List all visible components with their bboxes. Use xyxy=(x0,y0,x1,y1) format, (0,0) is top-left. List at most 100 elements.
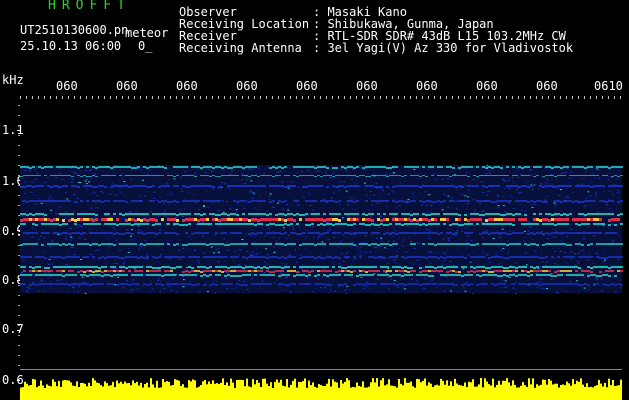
noise-speck xyxy=(137,168,140,169)
signal-line-segment xyxy=(491,243,494,245)
noise-speck xyxy=(460,230,463,232)
signal-line-segment xyxy=(602,283,605,285)
signal-line-segment xyxy=(182,200,185,202)
signal-line-segment xyxy=(449,256,452,258)
signal-line-segment xyxy=(26,256,29,258)
signal-line-segment xyxy=(599,232,602,234)
noise-speck xyxy=(85,190,88,192)
power-column xyxy=(556,383,558,400)
power-column xyxy=(296,387,298,400)
signal-line-segment xyxy=(149,175,152,176)
signal-line-segment xyxy=(611,213,614,215)
noise-speck xyxy=(221,200,224,202)
power-column xyxy=(408,382,410,400)
noise-speck xyxy=(378,196,381,198)
signal-line-segment xyxy=(590,213,593,215)
power-column xyxy=(196,387,198,400)
signal-line-segment xyxy=(338,274,341,276)
noise-speck xyxy=(531,238,534,240)
signal-line-segment xyxy=(485,213,488,215)
signal-line-segment xyxy=(83,185,86,187)
noise-speck xyxy=(589,287,592,289)
x-minor-tick xyxy=(332,96,333,99)
power-column xyxy=(122,383,124,400)
x-minor-tick xyxy=(266,96,267,99)
signal-line-segment xyxy=(266,214,269,216)
noise-speck xyxy=(345,169,348,171)
signal-line-segment xyxy=(464,214,467,216)
signal-line-segment xyxy=(506,200,509,202)
noise-speck xyxy=(524,236,527,238)
signal-line-segment xyxy=(218,166,221,168)
x-minor-tick xyxy=(176,96,177,99)
signal-line-segment xyxy=(428,270,431,272)
noise-speck xyxy=(348,289,351,290)
noise-speck xyxy=(281,181,284,183)
signal-line-segment xyxy=(260,200,263,202)
signal-line-segment xyxy=(599,275,602,277)
signal-line-segment xyxy=(182,283,185,285)
signal-line-segment xyxy=(308,256,311,258)
noise-speck xyxy=(369,190,372,192)
signal-line-segment xyxy=(188,256,191,258)
signal-line-segment xyxy=(557,283,560,285)
noise-speck xyxy=(306,170,309,172)
signal-line-segment xyxy=(323,224,326,226)
signal-line-segment xyxy=(440,201,443,203)
noise-speck xyxy=(455,188,458,190)
signal-line-segment xyxy=(359,256,362,258)
signal-line-segment xyxy=(449,274,452,276)
y-minor-tick xyxy=(18,215,20,216)
power-column xyxy=(616,385,618,400)
signal-line-segment xyxy=(164,167,167,169)
signal-line-segment xyxy=(293,200,296,202)
signal-line-segment xyxy=(119,257,122,259)
noise-speck xyxy=(49,246,52,247)
signal-line-segment xyxy=(365,176,368,177)
signal-line-segment xyxy=(350,233,353,235)
signal-line-segment xyxy=(131,200,134,202)
signal-line-segment xyxy=(374,257,377,259)
signal-line-segment xyxy=(530,266,533,268)
signal-line-segment xyxy=(416,213,419,215)
signal-line-segment xyxy=(542,223,545,225)
noise-speck xyxy=(329,229,332,231)
signal-line-segment xyxy=(41,185,44,187)
noise-speck xyxy=(338,203,341,205)
x-minor-tick xyxy=(200,96,201,99)
signal-line-segment xyxy=(272,185,275,187)
signal-line-segment xyxy=(227,270,230,272)
noise-speck xyxy=(198,241,201,243)
signal-line-segment xyxy=(296,233,299,235)
noise-speck xyxy=(295,172,298,174)
noise-speck xyxy=(306,277,309,279)
signal-line-segment xyxy=(614,243,617,245)
signal-line-segment xyxy=(275,185,278,187)
noise-speck xyxy=(288,205,291,207)
signal-line-segment xyxy=(557,185,560,187)
signal-line-segment xyxy=(236,256,239,258)
noise-speck xyxy=(238,280,241,282)
signal-line-segment xyxy=(254,175,257,176)
signal-line-segment xyxy=(530,185,533,187)
signal-line-segment xyxy=(518,200,521,202)
noise-speck xyxy=(39,222,42,223)
signal-line-segment xyxy=(386,274,389,276)
signal-line-segment xyxy=(575,175,578,176)
signal-line-segment xyxy=(536,223,539,225)
noise-speck xyxy=(394,261,397,263)
signal-line-segment xyxy=(437,200,440,202)
signal-line-segment xyxy=(80,270,83,272)
signal-line-segment xyxy=(566,223,569,225)
power-column xyxy=(490,385,492,400)
signal-line-segment xyxy=(392,232,395,234)
noise-speck xyxy=(536,282,539,283)
signal-line-segment xyxy=(272,274,275,276)
signal-line-segment xyxy=(551,275,554,277)
signal-line-segment xyxy=(86,266,89,268)
signal-line-segment xyxy=(323,232,326,234)
noise-speck xyxy=(114,259,117,261)
noise-speck xyxy=(546,196,548,198)
signal-line-segment xyxy=(539,257,542,259)
power-column xyxy=(120,381,122,400)
